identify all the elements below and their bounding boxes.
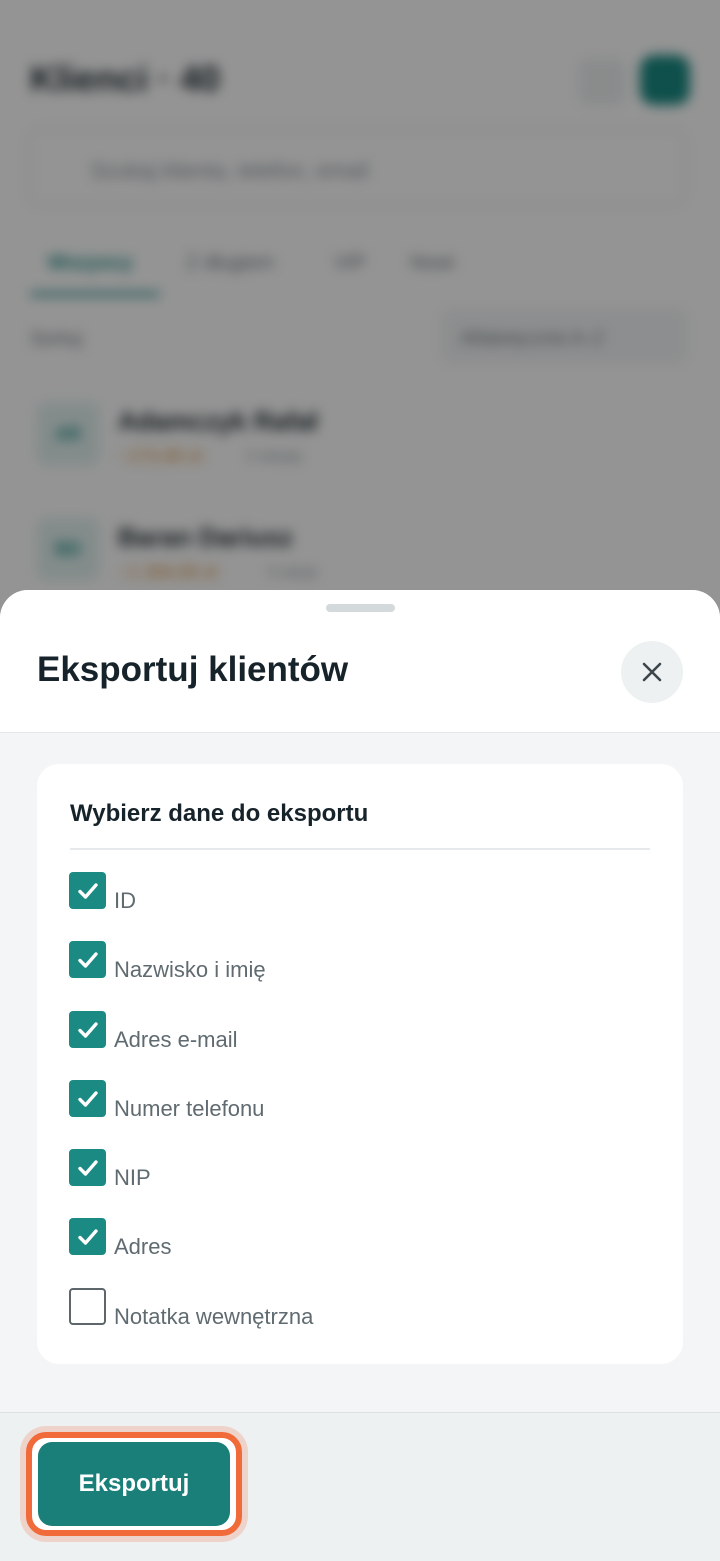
sheet-title: Eksportuj klientów [37, 650, 349, 689]
export-fields-card: Wybierz dane do eksportu ID Nazwisko i i… [37, 764, 683, 1364]
checkbox-unchecked[interactable] [69, 1288, 106, 1325]
check-icon [77, 1090, 98, 1107]
checkbox-checked[interactable] [69, 1080, 106, 1117]
check-icon [77, 882, 98, 899]
option-email[interactable]: Adres e-mail [69, 1011, 629, 1061]
check-icon [77, 951, 98, 968]
export-bottom-sheet: Eksportuj klientów Wybierz dane do ekspo… [0, 590, 720, 1561]
option-label: Notatka wewnętrzna [114, 1304, 314, 1329]
option-label: Nazwisko i imię [114, 957, 266, 982]
checkbox-checked[interactable] [69, 941, 106, 978]
option-internal-note[interactable]: Notatka wewnętrzna [69, 1288, 629, 1338]
option-full-name[interactable]: Nazwisko i imię [69, 941, 629, 991]
option-id[interactable]: ID [69, 872, 629, 922]
option-address[interactable]: Adres [69, 1218, 629, 1268]
checkbox-checked[interactable] [69, 1011, 106, 1048]
checkbox-checked[interactable] [69, 1149, 106, 1186]
option-phone[interactable]: Numer telefonu [69, 1080, 629, 1130]
option-label: Numer telefonu [114, 1096, 265, 1121]
export-button[interactable]: Eksportuj [26, 1432, 242, 1536]
option-label: NIP [114, 1165, 151, 1190]
check-icon [77, 1228, 98, 1245]
check-icon [77, 1159, 98, 1176]
option-nip[interactable]: NIP [69, 1149, 629, 1199]
divider [70, 848, 650, 850]
section-title: Wybierz dane do eksportu [70, 800, 369, 827]
option-label: Adres e-mail [114, 1027, 238, 1052]
checkbox-checked[interactable] [69, 1218, 106, 1255]
close-button[interactable] [621, 641, 683, 703]
sheet-footer: Eksportuj [0, 1412, 720, 1561]
drag-handle[interactable] [326, 604, 395, 612]
export-button-label: Eksportuj [38, 1442, 230, 1526]
option-label: Adres [114, 1234, 172, 1259]
sheet-header: Eksportuj klientów [0, 590, 720, 733]
close-icon [642, 662, 662, 682]
checkbox-checked[interactable] [69, 872, 106, 909]
option-label: ID [114, 888, 136, 913]
check-icon [77, 1021, 98, 1038]
